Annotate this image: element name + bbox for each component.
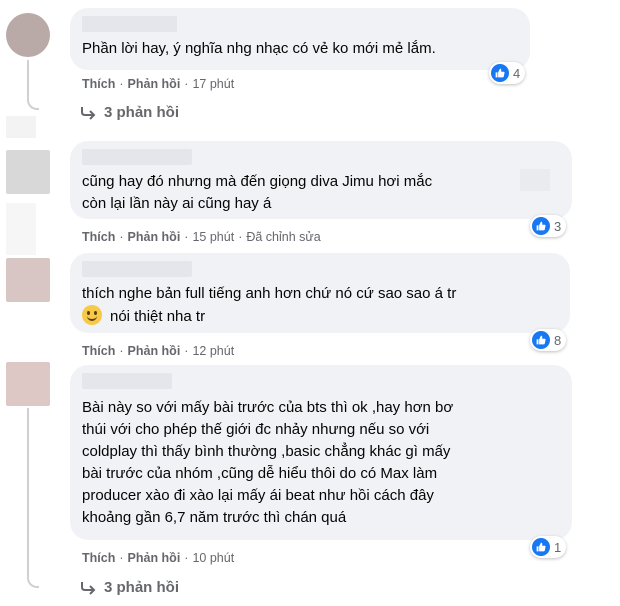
reaction-number: 4 <box>513 65 521 81</box>
comment-line-text: nói thiệt nha tr <box>110 308 206 325</box>
reaction-count[interactable]: 4 <box>489 62 526 84</box>
comment-bubble: thích nghe bản full tiếng anh hơn chứ nó… <box>70 253 570 333</box>
comment-text: cũng hay đó nhưng mà đến giọng diva Jimu… <box>82 171 432 215</box>
comment-line: khoảng gần 6,7 năm trước thì chán quá <box>82 509 347 526</box>
comment-line: cũng hay đó nhưng mà đến giọng diva Jimu… <box>82 173 433 190</box>
like-icon <box>532 217 550 235</box>
reaction-number: 3 <box>554 218 562 234</box>
comment-actions: Thích · Phản hồi · 17 phút <box>82 77 235 91</box>
author-name[interactable] <box>82 149 192 165</box>
comment-text: Bài này so với mấy bài trước của bts thì… <box>82 397 453 529</box>
avatar[interactable] <box>6 258 50 302</box>
timestamp[interactable]: 10 phút <box>192 551 234 565</box>
comment-line: coldplay thì thấy bình thường ,basic chẳ… <box>82 443 451 460</box>
thread-elbow <box>27 98 39 110</box>
like-icon <box>491 64 509 82</box>
edited-label[interactable]: Đã chỉnh sửa <box>246 230 320 244</box>
thread-gap-mark <box>6 203 36 255</box>
reaction-count[interactable]: 1 <box>530 536 567 558</box>
thread-line <box>27 60 29 100</box>
comment-text: Phần lời hay, ý nghĩa nhg nhạc có vẻ ko … <box>82 38 436 60</box>
reaction-count[interactable]: 8 <box>530 329 567 351</box>
view-replies-link[interactable]: 3 phản hồi <box>80 579 179 596</box>
redacted-mark <box>520 169 550 191</box>
thread-gap-mark <box>6 116 36 138</box>
comment-line: nói thiệt nha tr <box>82 305 456 328</box>
comment-line: thúi với cho phép thế giới đc nhảy nhưng… <box>82 421 430 438</box>
author-name[interactable] <box>82 16 177 32</box>
reply-link[interactable]: Phản hồi <box>128 551 181 565</box>
comment-line: bài trước của nhóm ,cũng dễ hiểu thôi do… <box>82 465 438 482</box>
avatar[interactable] <box>6 150 50 194</box>
like-icon <box>532 538 550 556</box>
comment-actions: Thích · Phản hồi · 15 phút · Đã chỉnh sửa <box>82 230 321 244</box>
reaction-count[interactable]: 3 <box>530 215 567 237</box>
author-name[interactable] <box>82 373 172 389</box>
timestamp[interactable]: 17 phút <box>192 77 234 91</box>
thread-elbow <box>27 576 39 588</box>
avatar[interactable] <box>6 13 50 57</box>
comment-actions: Thích · Phản hồi · 12 phút <box>82 344 235 358</box>
like-icon <box>532 331 550 349</box>
slightly-smiling-face-icon <box>82 305 102 325</box>
avatar[interactable] <box>6 362 50 406</box>
like-link[interactable]: Thích <box>82 77 115 91</box>
comment-line: Bài này so với mấy bài trước của bts thì… <box>82 399 454 416</box>
author-name[interactable] <box>82 261 192 277</box>
comment-actions: Thích · Phản hồi · 10 phút <box>82 551 235 565</box>
timestamp[interactable]: 12 phút <box>192 344 234 358</box>
reply-link[interactable]: Phản hồi <box>128 230 181 244</box>
comment-text: thích nghe bản full tiếng anh hơn chứ nó… <box>82 283 456 328</box>
view-replies-link[interactable]: 3 phản hồi <box>80 104 179 121</box>
reply-arrow-icon <box>81 106 96 120</box>
comment-bubble: Bài này so với mấy bài trước của bts thì… <box>70 365 572 540</box>
comment-line: producer xào đi xào lại mấy ái beat như … <box>82 487 434 504</box>
like-link[interactable]: Thích <box>82 551 115 565</box>
comment-bubble: cũng hay đó nhưng mà đến giọng diva Jimu… <box>70 141 572 219</box>
reply-link[interactable]: Phản hồi <box>128 344 181 358</box>
comment-bubble: Phần lời hay, ý nghĩa nhg nhạc có vẻ ko … <box>70 8 530 70</box>
reaction-number: 1 <box>554 539 562 555</box>
comment-line: Phần lời hay, ý nghĩa nhg nhạc có vẻ ko … <box>82 40 436 57</box>
comment-line: thích nghe bản full tiếng anh hơn chứ nó… <box>82 285 457 302</box>
timestamp[interactable]: 15 phút <box>192 230 234 244</box>
like-link[interactable]: Thích <box>82 230 115 244</box>
replies-label: 3 phản hồi <box>104 579 179 596</box>
like-link[interactable]: Thích <box>82 344 115 358</box>
replies-label: 3 phản hồi <box>104 104 179 121</box>
reaction-number: 8 <box>554 332 562 348</box>
comment-line: còn lại lần này ai cũng hay á <box>82 195 272 212</box>
reply-arrow-icon <box>81 581 96 595</box>
thread-line <box>27 408 29 576</box>
reply-link[interactable]: Phản hồi <box>128 77 181 91</box>
